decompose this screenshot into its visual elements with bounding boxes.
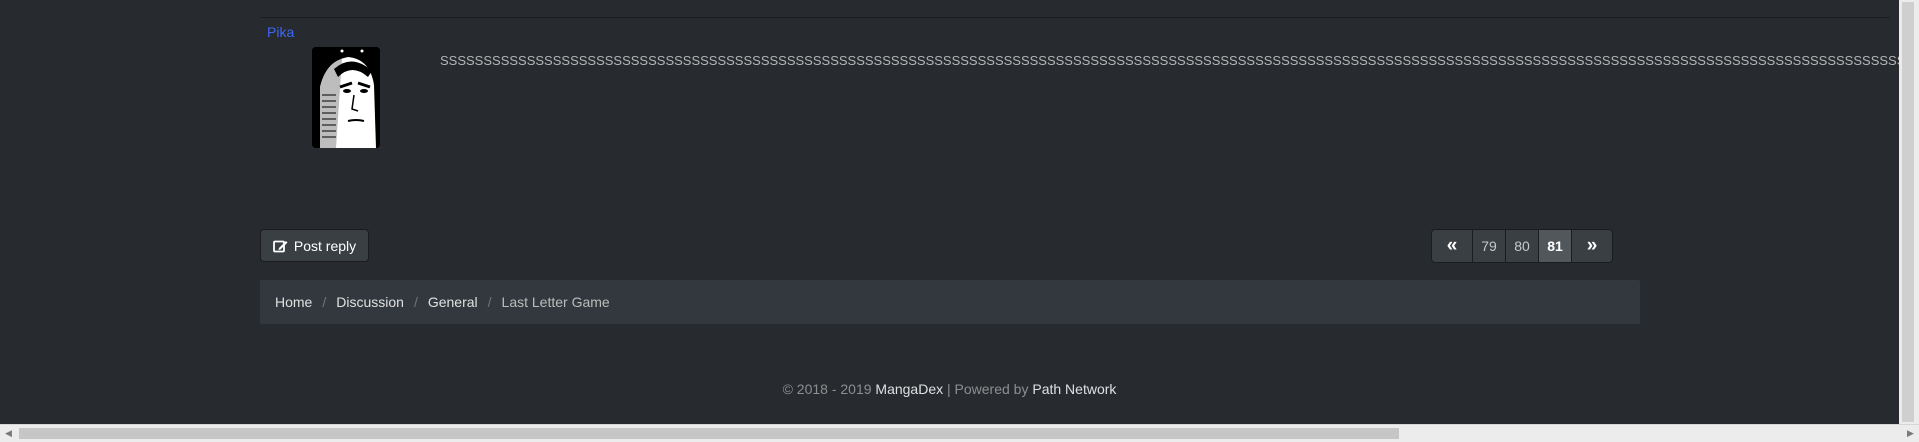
- footer: © 2018 - 2019 MangaDex | Powered by Path…: [0, 381, 1899, 397]
- edit-icon: [272, 240, 288, 252]
- footer-site-link[interactable]: MangaDex: [875, 381, 943, 397]
- footer-powered-by: | Powered by: [947, 381, 1029, 397]
- post-reply-button[interactable]: Post reply: [260, 229, 369, 262]
- breadcrumb: Home / Discussion / General / Last Lette…: [260, 280, 1640, 324]
- double-chevron-right-icon: »: [1586, 235, 1598, 256]
- breadcrumb-home[interactable]: Home: [275, 294, 312, 310]
- post-divider: [260, 17, 1890, 18]
- post-body: SSSSSSSSSSSSSSSSSSSSSSSSSSSSSSSSSSSSSSSS…: [440, 53, 1900, 68]
- post-reply-label: Post reply: [293, 237, 357, 254]
- page-79-button[interactable]: 79: [1472, 229, 1506, 263]
- pagination: « 79 80 81 »: [1431, 229, 1613, 263]
- breadcrumb-general[interactable]: General: [428, 294, 478, 310]
- breadcrumb-current: Last Letter Game: [501, 294, 610, 310]
- breadcrumb-discussion[interactable]: Discussion: [336, 294, 404, 310]
- breadcrumb-separator: /: [322, 294, 327, 310]
- footer-copyright: © 2018 - 2019: [782, 381, 872, 397]
- avatar-image: [312, 47, 380, 148]
- page-first-button[interactable]: «: [1431, 229, 1473, 263]
- breadcrumb-separator: /: [413, 294, 418, 310]
- breadcrumb-separator: /: [487, 294, 492, 310]
- double-chevron-left-icon: «: [1446, 235, 1458, 256]
- footer-network-link[interactable]: Path Network: [1032, 381, 1116, 397]
- scroll-right-icon[interactable]: ▶: [1902, 425, 1919, 442]
- horizontal-scroll-thumb[interactable]: [19, 428, 1399, 439]
- horizontal-scrollbar[interactable]: ◀ ▶: [0, 424, 1919, 442]
- page-81-button[interactable]: 81: [1538, 229, 1572, 263]
- page-80-button[interactable]: 80: [1505, 229, 1539, 263]
- scroll-left-icon[interactable]: ◀: [0, 425, 17, 442]
- page-last-button[interactable]: »: [1571, 229, 1613, 263]
- avatar[interactable]: [312, 47, 380, 148]
- post-username[interactable]: Pika: [267, 24, 294, 40]
- vertical-scrollbar[interactable]: [1899, 0, 1919, 424]
